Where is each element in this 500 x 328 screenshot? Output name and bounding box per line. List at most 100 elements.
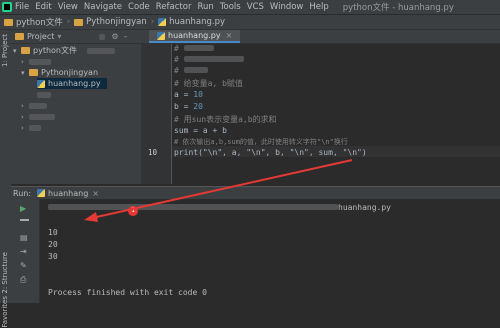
run-toolbar: ▶ ▤ ⇥ ✎ ⎙ <box>11 199 40 303</box>
console-output-line: 10 <box>48 228 58 237</box>
tree-item-hidden[interactable]: › <box>21 111 55 122</box>
breadcrumb-separator-icon: › <box>150 17 155 27</box>
code-line-comment-hidden: # <box>174 44 214 55</box>
blurred-item <box>29 113 55 120</box>
project-tree: ▾ python文件 › ▾ Pythonjingyan huanhang.py… <box>11 44 141 184</box>
breadcrumb-separator-icon: › <box>66 17 71 27</box>
python-file-icon <box>37 79 45 88</box>
editor-tab-label: huanhang.py <box>168 31 221 40</box>
structure-tool-tab[interactable]: 2: Structure <box>1 252 9 294</box>
tree-item-hidden[interactable]: › <box>21 56 51 67</box>
code-line-comment-hidden: # <box>174 66 208 77</box>
chevron-down-icon[interactable]: ▾ <box>57 32 61 41</box>
rerun-icon[interactable]: ▶ <box>20 204 29 213</box>
breadcrumb-file-label: huanhang.py <box>169 17 226 27</box>
breadcrumb: python文件 › Pythonjingyan › huanhang.py <box>0 15 500 30</box>
code-line-sum: sum = a + b <box>174 126 227 135</box>
code-var: b <box>174 102 179 111</box>
close-icon[interactable]: × <box>226 31 233 40</box>
stop-icon[interactable] <box>20 219 29 221</box>
code-line-print: print("\n", a, "\n", b, "\n", sum, "\n") <box>174 148 367 157</box>
editor-tab-bar: huanhang.py × <box>141 30 500 44</box>
add-icon[interactable] <box>99 33 106 40</box>
project-view-icon <box>15 33 24 40</box>
tree-item-hidden[interactable]: › <box>21 100 47 111</box>
print-icon[interactable]: ⎙ <box>20 275 29 284</box>
blurred-path <box>86 47 115 54</box>
project-panel-title[interactable]: Project <box>27 32 54 41</box>
menu-navigate[interactable]: Navigate <box>84 2 122 12</box>
gear-icon[interactable]: ⚙ <box>111 32 118 41</box>
code-number: 20 <box>193 102 203 111</box>
code-line-comment-hidden: # <box>174 55 244 66</box>
code-line-assign-a: a = 10 <box>174 90 203 99</box>
menu-file[interactable]: File <box>15 2 29 12</box>
code-var: a <box>174 90 179 99</box>
editor-tab[interactable]: huanhang.py × <box>149 30 241 43</box>
line-number: 10 <box>147 148 157 157</box>
menu-run[interactable]: Run <box>197 2 213 12</box>
tree-item-hidden[interactable]: › <box>21 122 41 133</box>
menu-vcs[interactable]: VCS <box>247 2 264 12</box>
python-file-icon <box>157 31 165 40</box>
favorites-tool-tab[interactable]: Favorites <box>1 296 9 328</box>
menu-edit[interactable]: Edit <box>35 2 51 12</box>
console-output-line: 20 <box>48 240 58 249</box>
run-panel-header: Run: huanhang × <box>11 186 500 199</box>
soft-wrap-icon[interactable]: ⇥ <box>20 247 29 256</box>
tree-file-selected[interactable]: huanhang.py <box>37 78 107 89</box>
code-number: 10 <box>193 90 203 99</box>
chevron-down-icon: ▾ <box>13 46 17 55</box>
code-line-comment: # 用sun表示变量a,b的求和 <box>174 115 277 124</box>
tree-root[interactable]: ▾ python文件 <box>13 45 115 56</box>
window-title: python文件 - huanhang.py <box>342 3 454 13</box>
python-file-icon <box>37 189 46 197</box>
chevron-right-icon: › <box>21 112 24 121</box>
menu-window[interactable]: Window <box>270 2 304 12</box>
pin-icon[interactable]: ✎ <box>20 261 29 270</box>
code-line-comment: # 依次输出a,b,sum的值，此时使用转义字符"\n"换行 <box>174 138 348 146</box>
menu-view[interactable]: View <box>58 2 78 12</box>
blurred-item <box>29 124 41 131</box>
chevron-right-icon: › <box>21 57 24 66</box>
code-line-assign-b: b = 20 <box>174 102 203 111</box>
run-config-label[interactable]: huanhang <box>48 189 88 198</box>
breadcrumb-file[interactable]: huanhang.py <box>158 17 225 27</box>
console-command-file: huanhang.py <box>338 203 391 212</box>
tree-root-label: python文件 <box>33 46 77 55</box>
breadcrumb-folder[interactable]: Pythonjingyan <box>74 17 147 27</box>
breadcrumb-project[interactable]: python文件 <box>4 16 63 28</box>
chevron-down-icon: ▾ <box>21 68 25 77</box>
blurred-path <box>48 204 338 210</box>
hide-icon[interactable]: – <box>124 32 128 41</box>
console-exit-message: Process finished with exit code 0 <box>48 288 207 297</box>
folder-icon <box>4 18 13 26</box>
blurred-item <box>37 91 51 98</box>
annotation-badge: 1 <box>128 206 138 216</box>
console-command: huanhang.py <box>48 203 391 212</box>
folder-icon <box>21 47 30 54</box>
blurred-text <box>183 45 214 51</box>
code-editor[interactable]: # # # # 给变量a, b赋值 a = 10 b = 20 # 用sun表示… <box>172 44 500 184</box>
tree-item-hidden[interactable] <box>37 89 51 100</box>
breadcrumb-project-label: python文件 <box>16 18 63 28</box>
tree-folder[interactable]: ▾ Pythonjingyan <box>21 67 98 78</box>
run-console[interactable]: huanhang.py 1 10 20 30 Process finished … <box>40 199 500 303</box>
menu-help[interactable]: Help <box>309 2 328 12</box>
tree-folder-label: Pythonjingyan <box>41 68 99 77</box>
blurred-item <box>29 102 47 109</box>
menu-refactor[interactable]: Refactor <box>156 2 192 12</box>
project-tool-tab[interactable]: 1: Project <box>1 34 9 67</box>
menu-code[interactable]: Code <box>128 2 150 12</box>
console-output-line: 30 <box>48 252 58 261</box>
close-icon[interactable]: × <box>92 189 99 198</box>
folder-icon <box>74 18 84 26</box>
run-tab-label[interactable]: Run: <box>13 189 31 198</box>
pycharm-logo-icon <box>2 2 12 12</box>
blurred-text <box>183 67 208 73</box>
chevron-right-icon: › <box>21 101 24 110</box>
code-line-comment: # 给变量a, b赋值 <box>174 79 243 88</box>
folder-icon <box>29 69 38 76</box>
menu-tools[interactable]: Tools <box>220 2 241 12</box>
layout-icon[interactable]: ▤ <box>20 233 29 242</box>
